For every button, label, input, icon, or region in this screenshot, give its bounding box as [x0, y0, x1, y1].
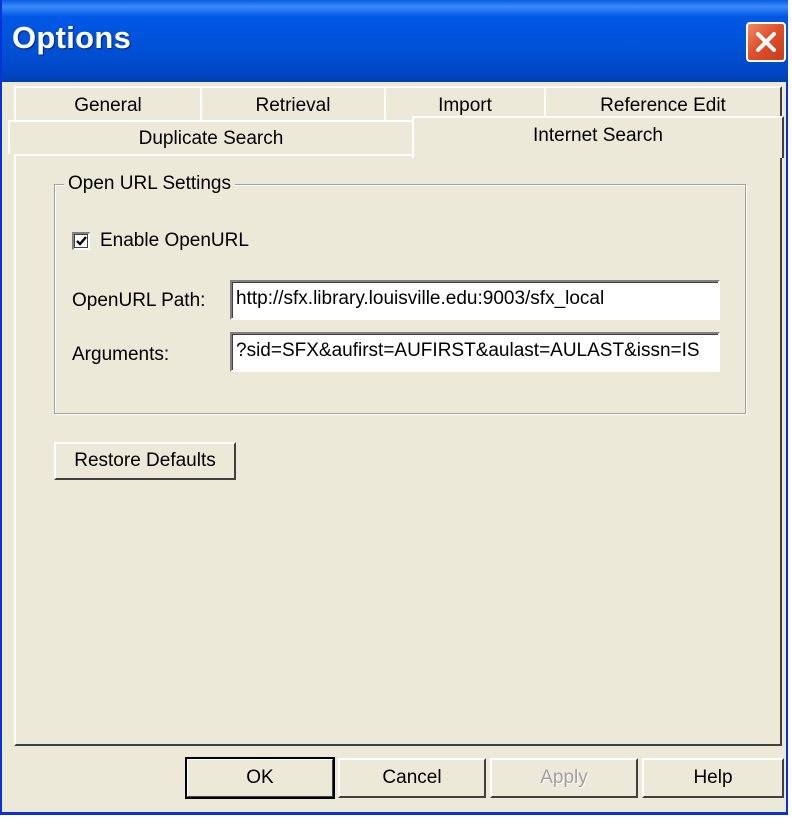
- checkmark-icon: [76, 236, 87, 246]
- tab-general-label: General: [74, 95, 142, 116]
- apply-button[interactable]: Apply: [490, 758, 638, 798]
- tab-duplicate-search[interactable]: Duplicate Search: [8, 120, 414, 154]
- open-url-settings-label: Open URL Settings: [64, 173, 235, 195]
- tab-import-label: Import: [438, 95, 492, 116]
- restore-defaults-label: Restore Defaults: [74, 450, 216, 471]
- tab-general[interactable]: General: [14, 86, 202, 122]
- cancel-label: Cancel: [382, 767, 442, 788]
- apply-label: Apply: [540, 767, 588, 788]
- title-bar[interactable]: Options: [2, 0, 788, 82]
- enable-openurl-checkbox[interactable]: [72, 232, 90, 250]
- options-dialog: Options General Retrieval Import Referen…: [0, 0, 788, 815]
- tab-retrieval-label: Retrieval: [255, 95, 331, 116]
- tab-reference-edit-label: Reference Edit: [600, 95, 726, 116]
- enable-openurl-label[interactable]: Enable OpenURL: [100, 230, 249, 252]
- restore-defaults-button[interactable]: Restore Defaults: [54, 442, 236, 480]
- tab-internet-search-label: Internet Search: [533, 125, 663, 146]
- internet-search-panel: Open URL Settings Enable OpenURL OpenURL…: [14, 154, 782, 746]
- help-label: Help: [693, 767, 733, 788]
- help-button[interactable]: Help: [642, 758, 784, 798]
- arguments-label: Arguments:: [72, 344, 170, 365]
- tab-duplicate-search-label: Duplicate Search: [138, 128, 284, 149]
- tab-retrieval[interactable]: Retrieval: [200, 86, 386, 122]
- openurl-path-input[interactable]: http://sfx.library.louisville.edu:9003/s…: [230, 280, 720, 320]
- dialog-client-area: General Retrieval Import Reference Edit …: [4, 82, 786, 812]
- close-button[interactable]: [746, 22, 786, 62]
- tab-internet-search[interactable]: Internet Search: [412, 116, 784, 158]
- ok-label: OK: [246, 767, 274, 788]
- ok-button[interactable]: OK: [185, 757, 335, 799]
- arguments-input[interactable]: ?sid=SFX&aufirst=AUFIRST&aulast=AULAST&i…: [230, 332, 720, 372]
- close-icon: [756, 32, 776, 52]
- window-title: Options: [12, 20, 132, 55]
- openurl-path-label: OpenURL Path:: [72, 290, 206, 311]
- cancel-button[interactable]: Cancel: [338, 758, 486, 798]
